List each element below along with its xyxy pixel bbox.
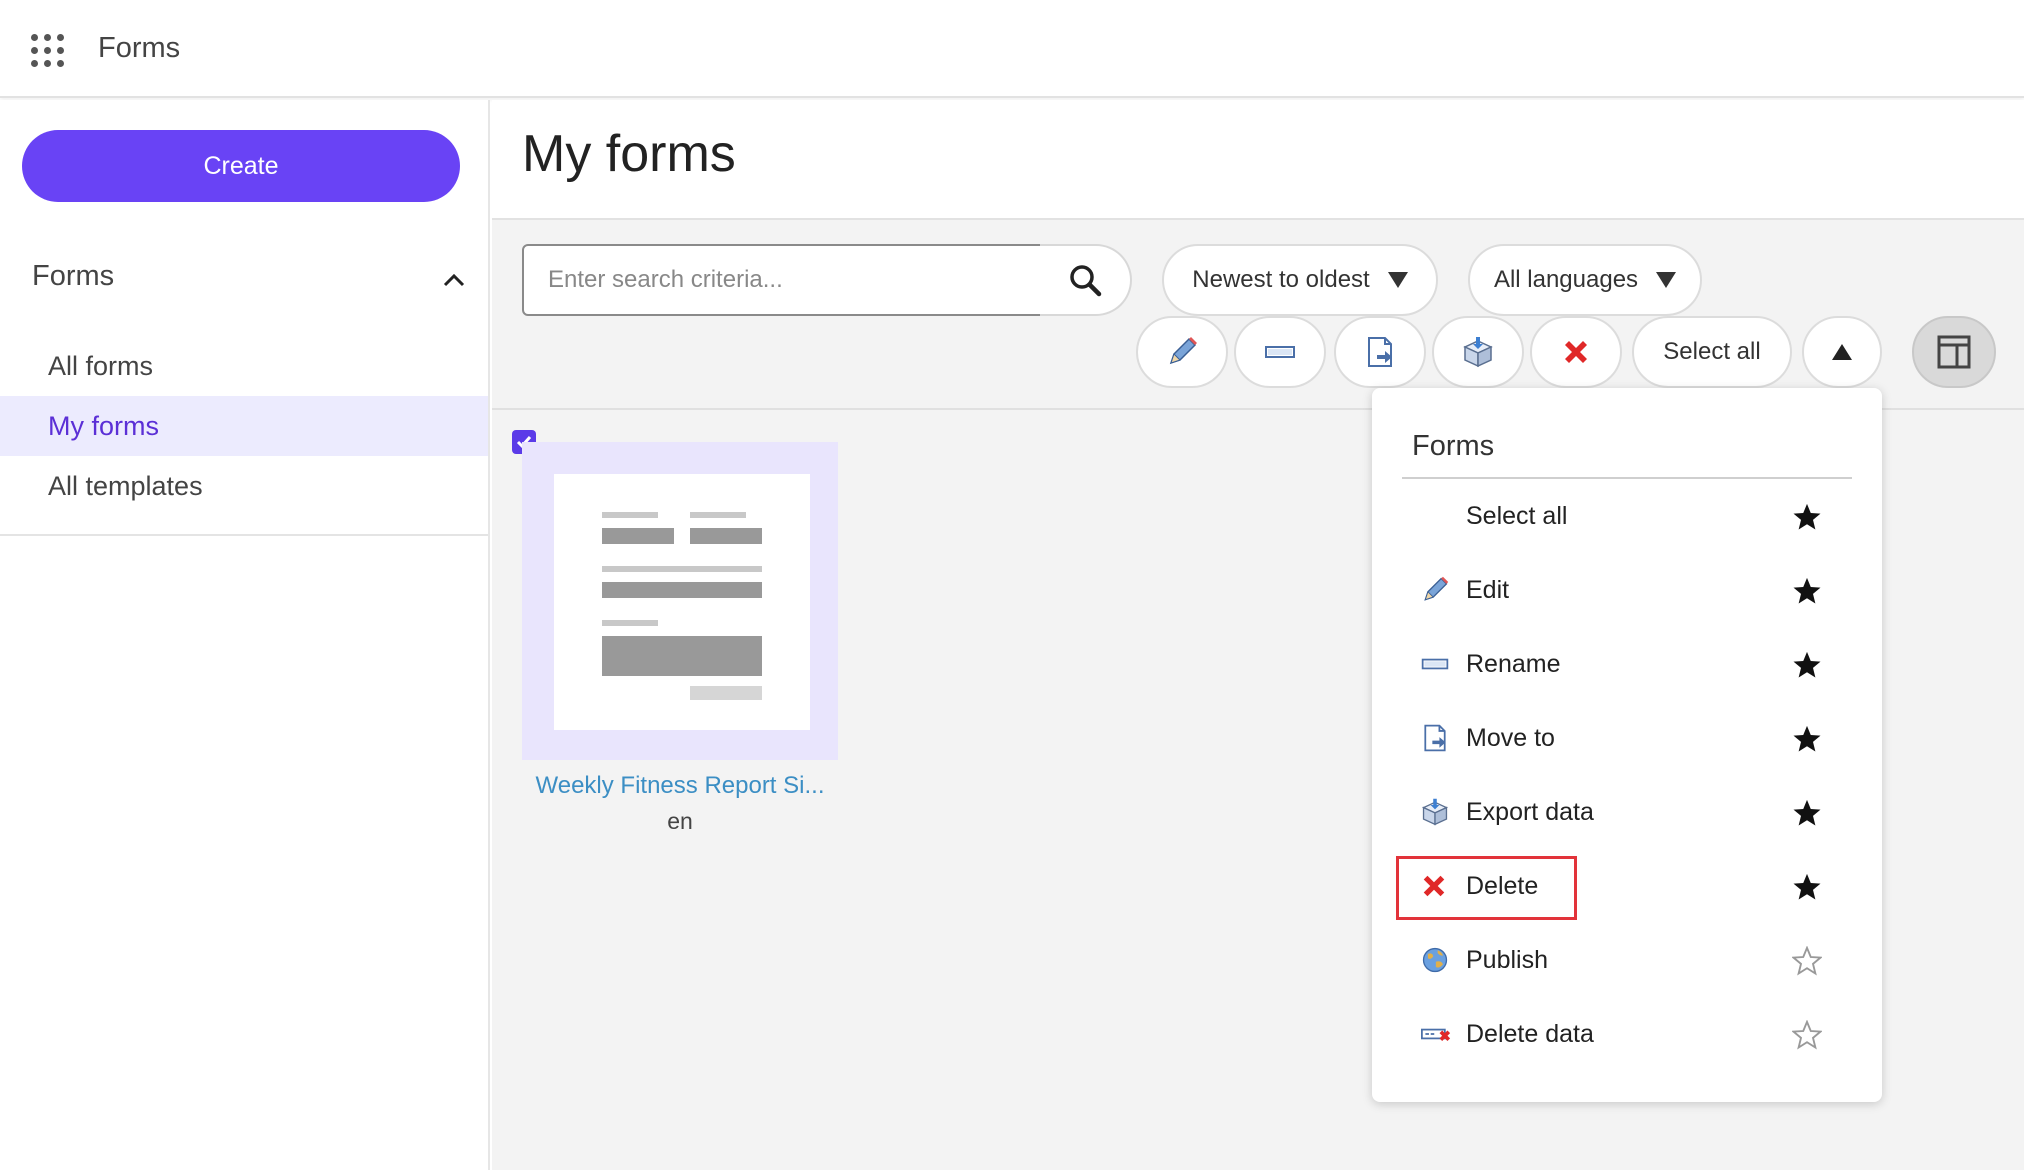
layout-toggle-button[interactable]: [1912, 316, 1996, 388]
export-data-icon: [1421, 798, 1449, 826]
star-filled-icon[interactable]: [1792, 872, 1822, 902]
sidebar-item-label: My forms: [48, 410, 159, 441]
sidebar-item-all-templates[interactable]: All templates: [0, 456, 488, 516]
menu-item-delete-data[interactable]: Delete data: [1402, 1004, 1852, 1064]
panel-layout-icon: [1937, 335, 1971, 369]
sidebar-item-label: All forms: [48, 350, 154, 381]
more-actions-toggle[interactable]: [1802, 316, 1882, 388]
app-launcher-icon[interactable]: [31, 34, 65, 68]
caret-down-icon: [1656, 272, 1677, 288]
star-filled-icon[interactable]: [1792, 650, 1822, 680]
search-input[interactable]: [522, 244, 1042, 316]
menu-item-label: Move to: [1466, 723, 1555, 752]
delete-button[interactable]: [1530, 316, 1622, 388]
form-preview-icon: [554, 474, 810, 730]
delete-highlight-box: [1396, 856, 1577, 920]
menu-item-publish[interactable]: Publish: [1402, 930, 1852, 990]
star-filled-icon[interactable]: [1792, 724, 1822, 754]
delete-data-icon: [1421, 1028, 1451, 1042]
export-data-button[interactable]: [1432, 316, 1524, 388]
sidebar-item-label: All templates: [48, 470, 203, 501]
pencil-icon: [1424, 576, 1449, 601]
main-header: My forms: [492, 100, 2024, 220]
form-card-language: en: [667, 808, 693, 834]
form-card-thumbnail[interactable]: [522, 442, 838, 760]
rename-button[interactable]: [1234, 316, 1326, 388]
form-card-title[interactable]: Weekly Fitness Report Si...: [522, 772, 838, 800]
move-to-icon: [1424, 724, 1446, 752]
menu-item-select-all[interactable]: Select all: [1402, 486, 1852, 546]
menu-item-export-data[interactable]: Export data: [1402, 782, 1852, 842]
star-outline-icon[interactable]: [1792, 1020, 1822, 1050]
select-all-label: Select all: [1663, 338, 1761, 365]
menu-divider: [1402, 477, 1852, 479]
menu-item-label: Export data: [1466, 797, 1594, 826]
edit-button[interactable]: [1136, 316, 1228, 388]
app-title: Forms: [98, 32, 181, 64]
caret-down-icon: [1387, 272, 1408, 288]
menu-item-label: Delete data: [1466, 1019, 1594, 1048]
select-all-button[interactable]: Select all: [1632, 316, 1792, 388]
menu-item-label: Edit: [1466, 575, 1510, 604]
page-title: My forms: [522, 125, 736, 183]
search-button[interactable]: [1040, 244, 1132, 316]
search-icon: [1070, 265, 1102, 297]
menu-item-label: Select all: [1466, 501, 1568, 530]
export-data-icon: [1463, 337, 1493, 368]
language-dropdown-value: All languages: [1493, 266, 1639, 293]
star-filled-icon[interactable]: [1792, 798, 1822, 828]
create-button[interactable]: Create: [22, 130, 460, 202]
pencil-icon: [1169, 337, 1197, 365]
publish-icon: [1422, 947, 1448, 973]
menu-item-edit[interactable]: Edit: [1402, 560, 1852, 620]
chevron-up-icon[interactable]: [442, 268, 466, 292]
sidebar-divider: [0, 534, 488, 536]
menu-item-move-to[interactable]: Move to: [1402, 708, 1852, 768]
rename-icon: [1265, 346, 1295, 358]
menu-item-label: Publish: [1466, 945, 1548, 974]
star-filled-icon[interactable]: [1792, 576, 1822, 606]
sort-dropdown[interactable]: Newest to oldest: [1162, 244, 1438, 316]
move-to-icon: [1368, 337, 1392, 367]
sort-dropdown-value: Newest to oldest: [1192, 266, 1370, 293]
star-filled-icon[interactable]: [1792, 502, 1822, 532]
rename-icon: [1421, 658, 1449, 670]
actions-menu: Forms Select all Edit Rename Move to Exp…: [1372, 388, 1882, 1102]
move-to-button[interactable]: [1334, 316, 1426, 388]
caret-up-icon: [1832, 344, 1852, 360]
sidebar-item-all-forms[interactable]: All forms: [0, 336, 488, 396]
menu-item-label: Rename: [1466, 649, 1561, 678]
search-bar: [522, 244, 1132, 316]
sidebar: Create Forms All forms My forms All temp…: [0, 100, 490, 1170]
menu-item-rename[interactable]: Rename: [1402, 634, 1852, 694]
sidebar-item-my-forms[interactable]: My forms: [0, 396, 488, 456]
language-dropdown[interactable]: All languages: [1468, 244, 1702, 316]
top-bar: Forms: [0, 0, 2024, 98]
delete-icon: [1565, 341, 1587, 363]
menu-header: Forms: [1412, 430, 1495, 462]
star-outline-icon[interactable]: [1792, 946, 1822, 976]
sidebar-section-title: Forms: [32, 260, 115, 292]
